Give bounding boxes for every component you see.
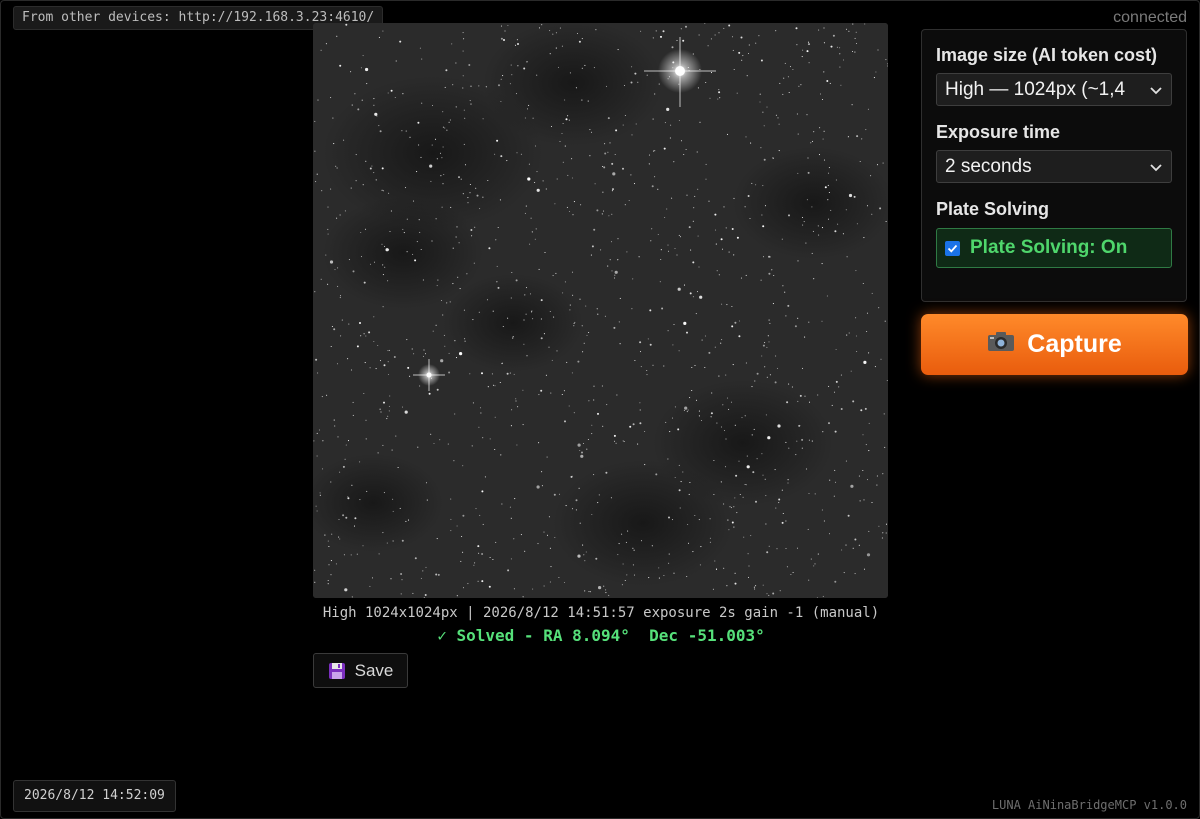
app-page: From other devices: http://192.168.3.23:… [0,0,1200,819]
plate-solving-toggle[interactable]: Plate Solving: On [936,228,1172,268]
star-field-image [313,23,888,598]
exposure-time-label: Exposure time [936,122,1061,142]
save-button[interactable]: Save [313,653,408,688]
image-size-select[interactable]: High — 1024px (~1,4 [936,73,1172,106]
app-version-label: LUNA AiNinaBridgeMCP v1.0.0 [991,798,1187,812]
chevron-down-icon [1149,160,1163,174]
image-size-value: High — 1024px (~1,4 [945,78,1126,100]
image-caption: High 1024x1024px | 2026/8/12 14:51:57 ex… [322,605,880,621]
exposure-time-select[interactable]: 2 seconds [936,150,1172,183]
plate-solve-result: ✓ Solved - RA 8.094° Dec -51.003° [437,626,765,645]
save-button-label: Save [354,660,394,680]
plate-solving-toggle-label: Plate Solving: On [970,237,1128,258]
floppy-disk-icon [328,662,346,680]
camera-icon [987,330,1015,359]
connection-status: connected [1113,9,1187,26]
plate-solving-checkbox[interactable] [945,240,960,256]
capture-button[interactable]: Capture [921,314,1188,375]
captured-image [313,23,888,598]
current-timestamp: 2026/8/12 14:52:09 [13,780,176,812]
exposure-time-value: 2 seconds [945,155,1032,177]
chevron-down-icon [1149,83,1163,97]
image-size-label: Image size (AI token cost) [936,45,1158,65]
capture-button-label: Capture [1027,330,1122,358]
settings-panel: Image size (AI token cost) High — 1024px… [921,29,1187,302]
plate-solving-label: Plate Solving [936,199,1050,219]
